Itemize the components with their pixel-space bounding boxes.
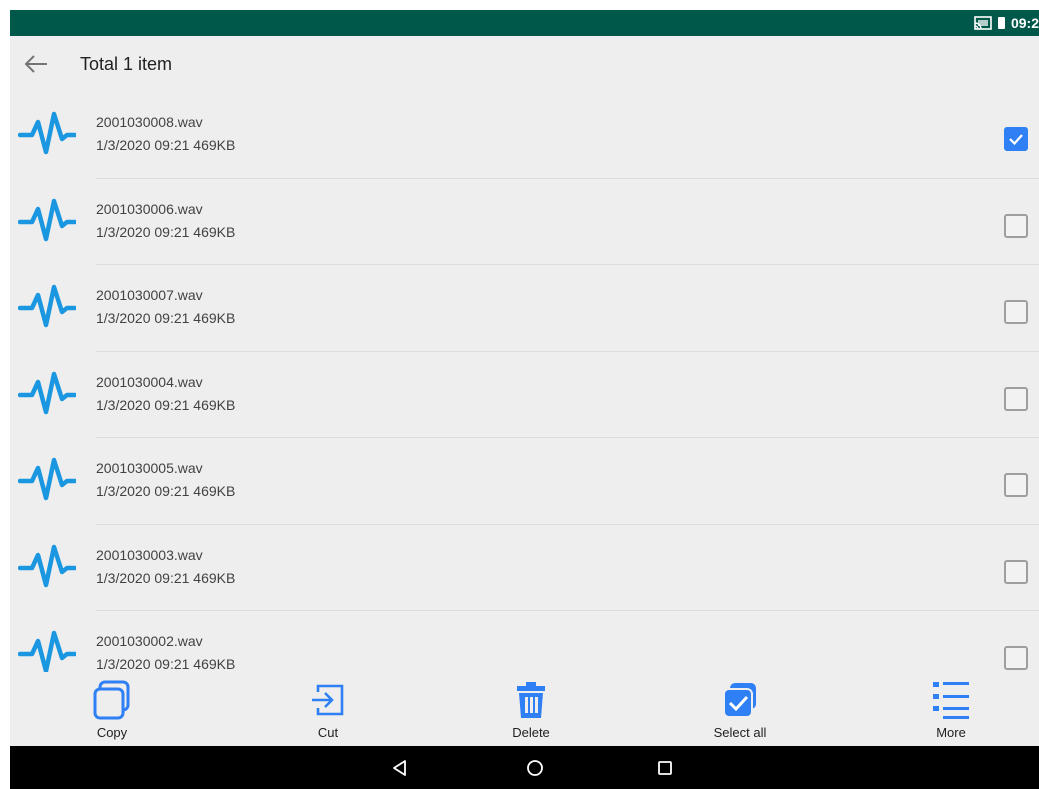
- copy-icon: [93, 680, 130, 720]
- file-meta: 1/3/2020 09:21 469KB: [96, 396, 236, 413]
- audio-wave-icon: [18, 630, 76, 672]
- more-label: More: [936, 725, 966, 740]
- nav-home-button[interactable]: [515, 746, 555, 789]
- battery-icon: [997, 17, 1005, 29]
- audio-wave-icon: [18, 544, 76, 587]
- file-name: 2001030006.wav: [96, 200, 203, 217]
- select-all-icon: [723, 683, 756, 718]
- file-row[interactable]: 2001030004.wav 1/3/2020 09:21 469KB: [10, 352, 1039, 439]
- more-button[interactable]: More: [901, 672, 1001, 746]
- status-bar: 09:2: [10, 10, 1039, 36]
- file-name: 2001030003.wav: [96, 546, 203, 563]
- audio-wave-icon: [18, 457, 76, 501]
- file-row[interactable]: 2001030007.wav 1/3/2020 09:21 469KB: [10, 265, 1039, 352]
- file-row[interactable]: 2001030005.wav 1/3/2020 09:21 469KB: [10, 438, 1039, 525]
- back-button[interactable]: [16, 44, 56, 84]
- copy-label: Copy: [96, 725, 128, 740]
- file-row[interactable]: 2001030002.wav 1/3/2020 09:21 469KB: [10, 611, 1039, 672]
- nav-back-button[interactable]: [380, 746, 420, 789]
- nav-recents-button[interactable]: [645, 746, 685, 789]
- file-meta: 1/3/2020 09:21 469KB: [96, 137, 236, 153]
- file-name: 2001030002.wav: [96, 633, 203, 649]
- select-checkbox[interactable]: [1004, 213, 1028, 238]
- copy-button[interactable]: Copy: [62, 672, 162, 746]
- action-bar: Copy Cut Delete Select all More: [10, 672, 1039, 746]
- file-meta: 1/3/2020 09:21 469KB: [96, 223, 236, 240]
- select-checkbox[interactable]: [1004, 127, 1028, 151]
- arrow-left-icon: [24, 55, 47, 73]
- app-bar: Total 1 item: [10, 36, 1039, 92]
- audio-wave-icon: [18, 111, 76, 155]
- file-name: 2001030007.wav: [96, 287, 203, 303]
- cast-icon: [974, 16, 992, 30]
- delete-button[interactable]: Delete: [481, 672, 581, 746]
- screen: 09:2 Total 1 item 2001030008.wav 1/3/2020…: [10, 10, 1039, 789]
- cut-icon: [312, 684, 344, 716]
- status-time: 09:2: [1010, 15, 1039, 31]
- back-triangle-icon: [393, 759, 406, 776]
- file-name: 2001030005.wav: [96, 460, 203, 476]
- select-checkbox[interactable]: [1004, 646, 1028, 670]
- cut-label: Cut: [317, 725, 339, 740]
- select-checkbox[interactable]: [1004, 473, 1028, 497]
- select-checkbox[interactable]: [1004, 559, 1028, 584]
- recents-square-icon: [658, 760, 672, 775]
- audio-wave-icon: [18, 284, 76, 328]
- file-meta: 1/3/2020 09:21 469KB: [96, 656, 236, 672]
- select-all-button[interactable]: Select all: [690, 672, 790, 746]
- trash-icon: [517, 682, 545, 718]
- audio-wave-icon: [18, 371, 76, 414]
- file-name: 2001030004.wav: [96, 373, 203, 390]
- file-list: 2001030008.wav 1/3/2020 09:21 469KB 200103…: [10, 92, 1039, 672]
- file-meta: 1/3/2020 09:21 469KB: [96, 483, 236, 499]
- list-icon: [933, 682, 969, 719]
- check-icon: [1009, 134, 1023, 146]
- select-all-label: Select all: [713, 725, 767, 740]
- delete-label: Delete: [512, 725, 550, 740]
- select-checkbox[interactable]: [1004, 300, 1028, 324]
- status-icons: 09:2: [974, 10, 1039, 36]
- file-row[interactable]: 2001030008.wav 1/3/2020 09:21 469KB: [10, 92, 1039, 179]
- file-row[interactable]: 2001030006.wav 1/3/2020 09:21 469KB: [10, 179, 1039, 266]
- file-name: 2001030008.wav: [96, 114, 203, 130]
- select-checkbox[interactable]: [1004, 386, 1028, 411]
- file-meta: 1/3/2020 09:21 469KB: [96, 310, 236, 326]
- file-row[interactable]: 2001030003.wav 1/3/2020 09:21 469KB: [10, 525, 1039, 612]
- cut-button[interactable]: Cut: [278, 672, 378, 746]
- home-circle-icon: [527, 759, 543, 776]
- page-title: Total 1 item: [80, 53, 173, 74]
- file-meta: 1/3/2020 09:21 469KB: [96, 569, 236, 586]
- nav-bar: [10, 746, 1039, 789]
- audio-wave-icon: [18, 198, 76, 241]
